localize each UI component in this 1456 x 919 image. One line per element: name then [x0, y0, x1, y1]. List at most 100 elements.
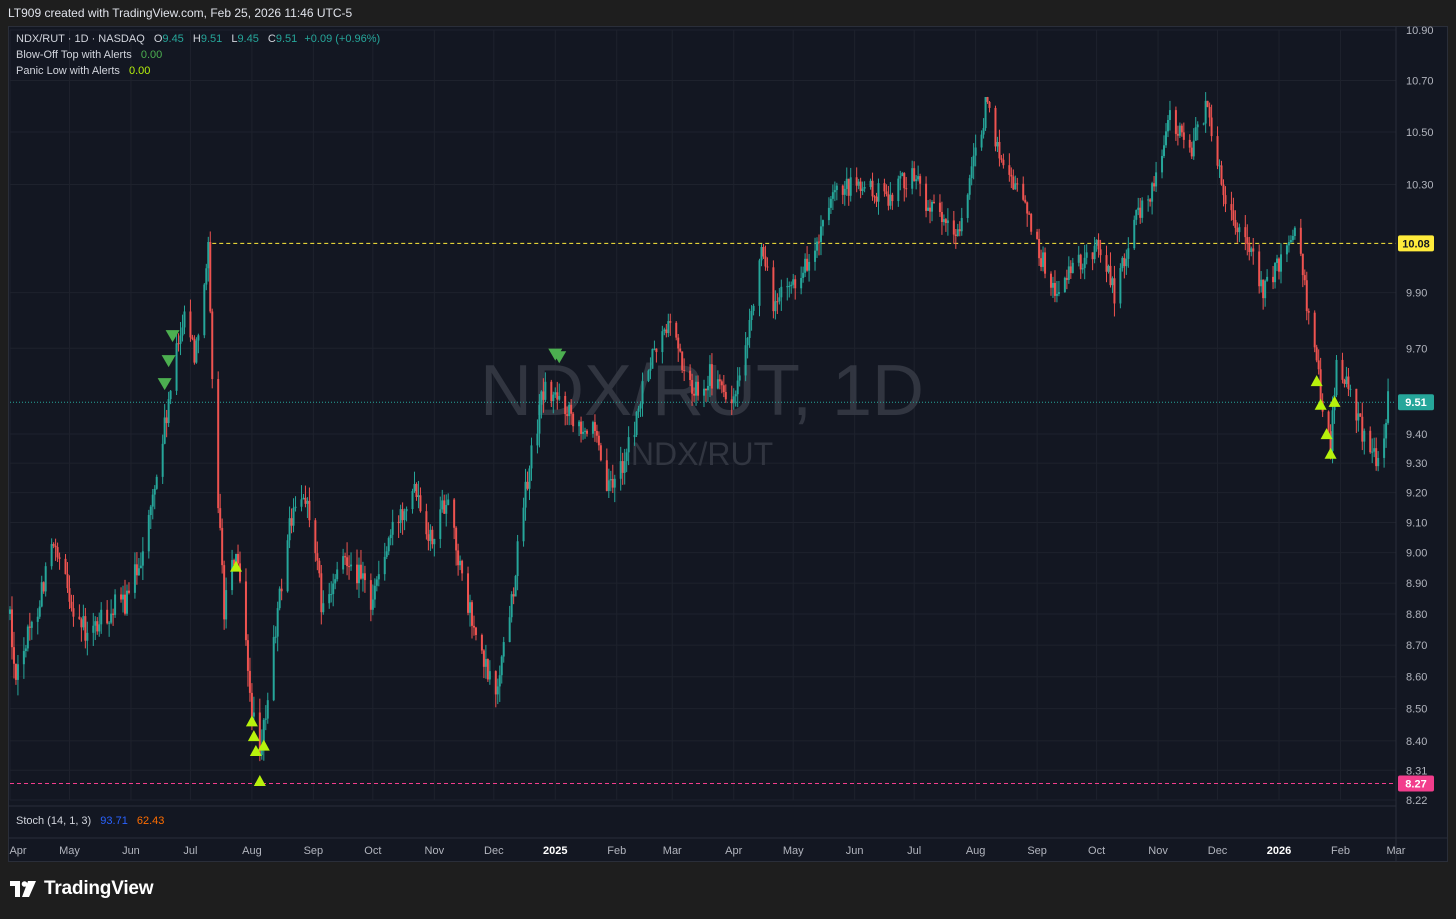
candle-body [82, 616, 85, 628]
candle-body [1097, 239, 1100, 250]
candle-body [1373, 448, 1376, 452]
indicator-blowoff-value: 0.00 [141, 49, 162, 61]
candle-body [1301, 253, 1304, 276]
candle-body [702, 388, 705, 396]
candle-body [1049, 273, 1052, 288]
candle-body [122, 594, 125, 600]
candle-body [264, 718, 267, 720]
candle-body [814, 250, 817, 262]
candle-body [817, 241, 820, 243]
candle-body [704, 388, 707, 391]
candle-body [625, 452, 628, 462]
candle-body [455, 527, 458, 551]
candle-body [1236, 227, 1239, 233]
candle-body [1149, 199, 1152, 202]
legend-high: 9.51 [201, 33, 222, 45]
candle-body [1196, 124, 1199, 128]
candle-body [1238, 227, 1241, 233]
candle-body [1147, 199, 1150, 201]
candle-body [736, 380, 739, 395]
tradingview-brand: TradingView [44, 878, 154, 899]
time-tick-label: Jul [907, 845, 921, 857]
candle-body [330, 594, 333, 596]
time-tick-label: Jul [183, 845, 197, 857]
candle-body [1204, 100, 1207, 124]
candle-body [443, 500, 446, 514]
indicator-paniclow-name: Panic Low with Alerts [16, 65, 120, 77]
candle-body [191, 337, 194, 339]
price-tick-label: 8.90 [1406, 578, 1427, 590]
candle-body [1163, 145, 1166, 157]
price-tick-label: 10.50 [1406, 127, 1434, 139]
candle-body [278, 588, 281, 609]
candle-body [512, 594, 515, 597]
candle-body [919, 176, 922, 184]
candle-body [1002, 159, 1005, 166]
time-tick-label: Feb [1331, 845, 1350, 857]
candle-body [1190, 147, 1193, 157]
candle-body [835, 185, 838, 191]
candle-body [193, 338, 196, 363]
horizontal-lines [10, 242, 1396, 784]
candle-body [861, 188, 864, 192]
candle-body [1317, 360, 1320, 370]
candle-body [873, 196, 876, 198]
candle-body [849, 177, 852, 196]
candle-body [857, 181, 860, 186]
candle-body [14, 663, 17, 680]
time-tick-label: Aug [966, 845, 986, 857]
candle-body [764, 256, 767, 267]
candle-body [22, 651, 25, 665]
candle-body [1218, 165, 1221, 167]
candle-body [1335, 359, 1338, 396]
candle-body [294, 506, 297, 508]
candle-body [108, 622, 111, 624]
candle-body [1359, 413, 1362, 417]
candle-body [1252, 248, 1255, 252]
panic-low-triangle [245, 715, 258, 727]
candle-body [480, 634, 483, 651]
candle-body [599, 445, 602, 461]
candle-body [1208, 106, 1211, 118]
candle-body [774, 301, 777, 312]
candle-body [1164, 131, 1167, 146]
candle-body [653, 348, 656, 350]
candle-body [300, 499, 303, 507]
candle-body [611, 478, 614, 488]
candle-body [566, 414, 569, 417]
candle-body [875, 196, 878, 202]
candle-body [669, 321, 672, 323]
candle-body [710, 364, 713, 389]
candle-body [778, 297, 781, 302]
candle-body [1276, 258, 1279, 263]
candle-body [1224, 195, 1227, 205]
candle-body [927, 207, 930, 211]
candle-body [917, 176, 920, 180]
candle-body [92, 625, 95, 633]
candle-body [558, 396, 561, 400]
candle-body [1012, 176, 1015, 190]
candle-body [1063, 277, 1066, 293]
time-tick-label: Dec [1208, 845, 1228, 857]
candle-body [891, 194, 894, 202]
candle-body [78, 616, 81, 620]
candle-body [819, 226, 822, 242]
candle-body [1083, 257, 1086, 269]
candle-body [167, 399, 170, 424]
time-tick-label: 2025 [543, 845, 567, 857]
candle-body [316, 553, 319, 561]
candle-body [344, 556, 347, 558]
candle-body [488, 671, 491, 680]
candle-body [647, 370, 650, 382]
candle-body [1067, 266, 1070, 280]
candle-body [72, 608, 75, 617]
candle-body [564, 396, 567, 415]
candle-body [68, 588, 71, 602]
candle-body [639, 404, 642, 409]
candle-body [693, 393, 696, 396]
candle-body [960, 217, 963, 232]
tradingview-logo[interactable]: TradingView [10, 878, 154, 900]
candle-body [913, 168, 916, 182]
price-chart[interactable]: NDX/RUT, 1D NDX/RUT 10.90 10.70 10.50 10.30… [0, 0, 1456, 919]
candle-body [952, 220, 955, 235]
